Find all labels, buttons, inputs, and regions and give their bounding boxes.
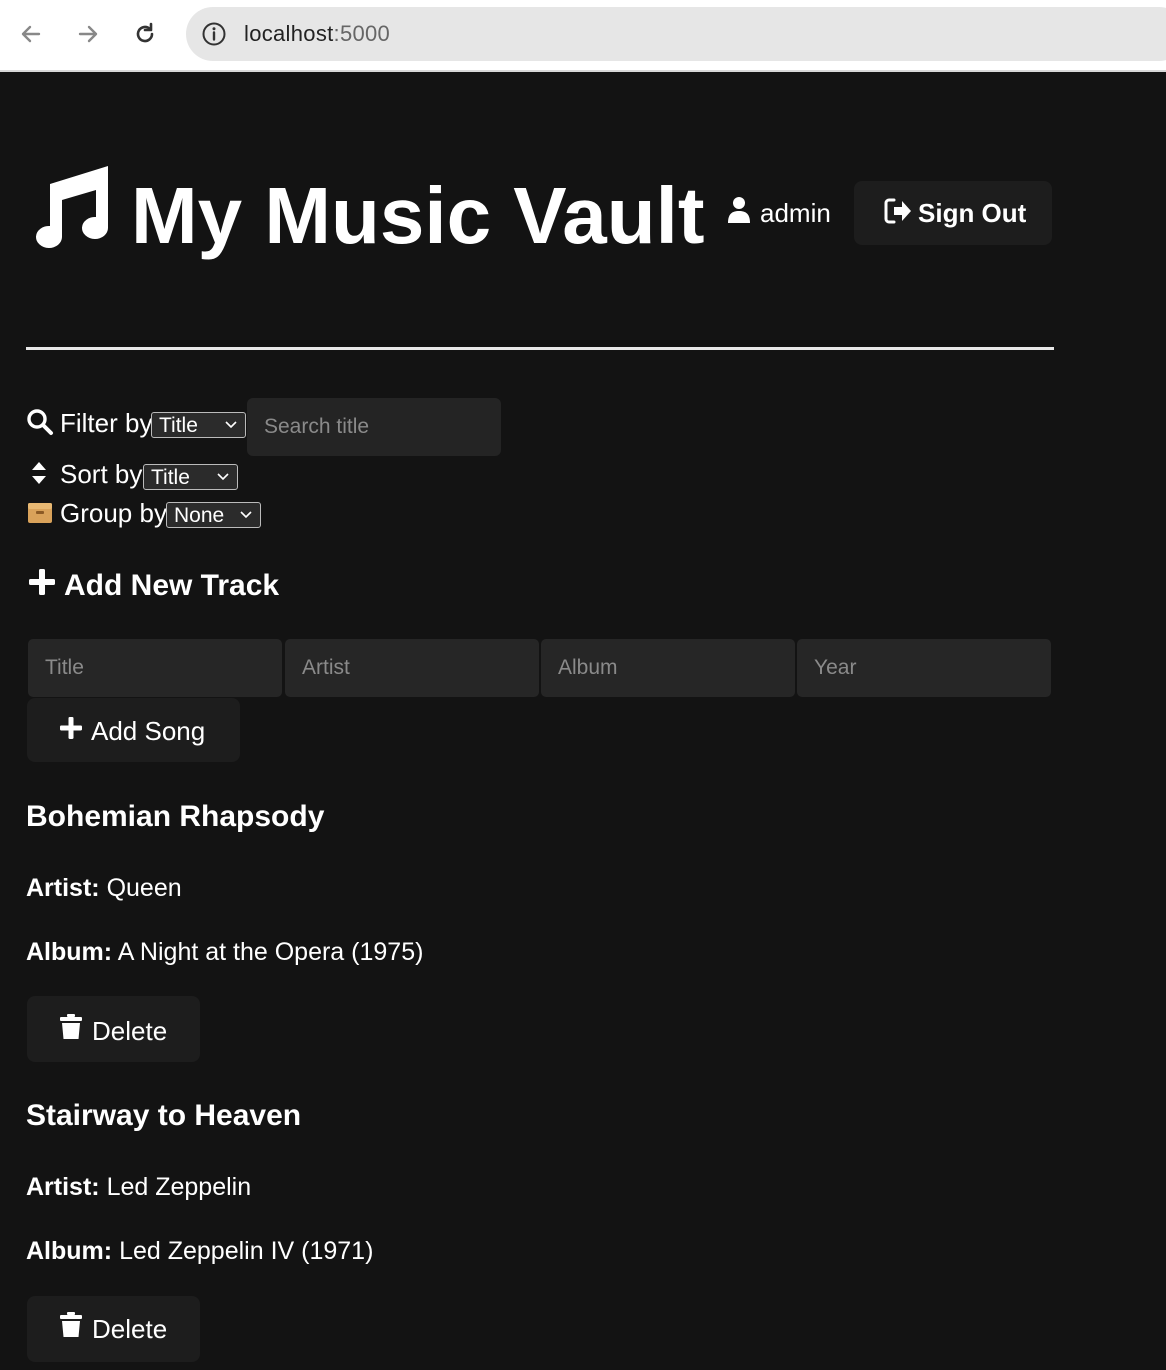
album-value: Led Zeppelin IV (1971) [119,1237,374,1265]
forward-button[interactable] [74,20,102,48]
search-input[interactable] [247,398,501,456]
delete-button[interactable]: Delete [27,996,200,1062]
song-artist: Artist: Queen [26,874,182,903]
add-song-label: Add Song [91,716,206,746]
artist-value: Led Zeppelin [106,1173,252,1201]
music-note-icon [36,166,108,248]
sign-out-button[interactable]: Sign Out [854,181,1052,245]
page-content: My Music Vault admin Sign Out Filter by … [0,72,1166,1370]
plus-icon [60,717,82,739]
artist-label: Artist: [26,874,100,902]
album-value: A Night at the Opera (1975) [117,938,424,966]
file-box-icon [28,503,52,523]
username: admin [760,198,831,228]
url-host: localhost [244,21,334,46]
browser-toolbar: localhost:5000 [0,0,1166,72]
filter-label: Filter by [60,408,153,438]
plus-icon [29,569,55,595]
filter-selected-value: Title [159,414,198,437]
app-header: My Music Vault admin Sign Out [26,162,1054,262]
add-song-button[interactable]: Add Song [27,698,240,762]
header-divider [26,347,1054,350]
sort-icon [32,462,46,484]
sort-label: Sort by [60,459,143,489]
sign-out-label: Sign Out [918,198,1027,228]
arrow-right-icon [78,25,98,43]
reload-button[interactable] [131,20,159,48]
sort-selected-value: Title [151,466,190,489]
artist-label: Artist: [26,1173,100,1201]
delete-button[interactable]: Delete [27,1296,200,1362]
back-button[interactable] [17,20,45,48]
title-input[interactable] [28,639,282,697]
add-track-heading-text: Add New Track [64,569,280,602]
trash-icon [60,1014,82,1039]
group-select[interactable]: None [166,502,261,528]
song-title: Bohemian Rhapsody [26,800,325,833]
group-selected-value: None [174,504,225,527]
filter-select[interactable]: Title [151,412,246,438]
arrow-left-icon [21,25,41,43]
url-text: localhost:5000 [244,21,390,47]
song-title: Stairway to Heaven [26,1099,302,1132]
reload-icon [136,22,154,43]
song-album: Album: A Night at the Opera (1975) [26,938,423,967]
artist-input[interactable] [285,639,539,697]
song-album: Album: Led Zeppelin IV (1971) [26,1237,373,1266]
album-label: Album: [26,1237,113,1265]
song-artist: Artist: Led Zeppelin [26,1173,251,1202]
info-icon[interactable] [201,21,227,47]
trash-icon [60,1312,82,1337]
album-input[interactable] [541,639,795,697]
url-port: :5000 [333,21,391,46]
delete-label: Delete [92,1016,168,1046]
chevron-down-icon [225,421,237,429]
search-icon [27,409,53,435]
address-bar[interactable]: localhost:5000 [186,7,1166,61]
year-input[interactable] [797,639,1051,697]
artist-value: Queen [106,874,182,902]
chevron-down-icon [217,473,229,481]
delete-label: Delete [92,1314,168,1344]
chevron-down-icon [240,511,252,519]
app-title: My Music Vault [131,171,705,260]
user-icon [728,197,750,223]
sort-select[interactable]: Title [143,464,238,490]
sign-out-icon [884,198,911,224]
album-label: Album: [26,938,113,966]
group-label: Group by [60,498,167,528]
